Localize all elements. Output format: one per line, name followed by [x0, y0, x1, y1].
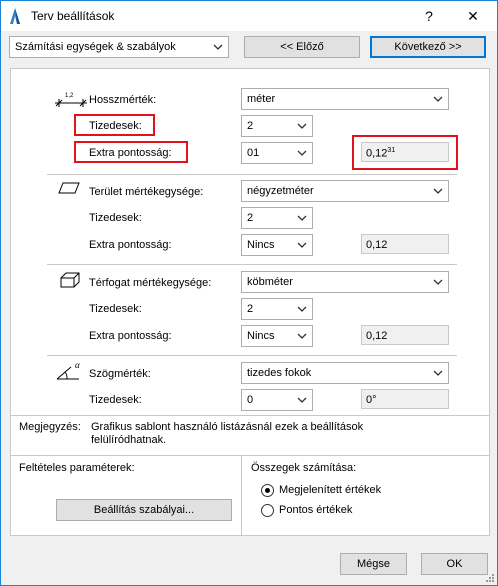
volume-label: Térfogat mértékegysége: [89, 277, 212, 289]
length-preview-value: 0,12 [366, 147, 388, 160]
length-decimals-value: 2 [247, 120, 254, 132]
help-button[interactable]: ? [409, 1, 449, 31]
chevron-down-icon [433, 188, 443, 194]
angle-unit-select[interactable]: tizedes fokok [241, 362, 449, 384]
close-button[interactable]: ✕ [453, 1, 493, 31]
length-decimals-select[interactable]: 2 [241, 115, 313, 137]
area-icon [58, 182, 80, 194]
area-unit-select[interactable]: négyzetméter [241, 180, 449, 202]
volume-decimals-label: Tizedesek: [89, 303, 142, 315]
angle-decimals-label: Tizedesek: [89, 394, 142, 406]
length-preview: 0,1231 [361, 142, 449, 162]
rule-settings-button[interactable]: Beállítás szabályai... [56, 499, 232, 521]
note-label: Megjegyzés: [19, 421, 81, 433]
window-title: Terv beállítások [31, 9, 115, 23]
length-extra-label: Extra pontosság: [89, 147, 172, 159]
volume-unit-value: köbméter [247, 276, 293, 288]
totals-label: Összegek számítása: [251, 462, 357, 474]
volume-extra-value: Nincs [247, 330, 275, 342]
volume-extra-select[interactable]: Nincs [241, 325, 313, 347]
area-decimals-select[interactable]: 2 [241, 207, 313, 229]
volume-extra-label: Extra pontosság: [89, 330, 172, 342]
length-preview-sup: 31 [387, 147, 396, 154]
length-extra-value: 01 [247, 147, 260, 159]
ok-button[interactable]: OK [421, 553, 488, 575]
chevron-down-icon [297, 215, 307, 221]
length-icon-caption: 1,2 [65, 93, 74, 99]
angle-decimals-value: 0 [247, 394, 254, 406]
angle-preview: 0° [361, 389, 449, 409]
area-preview-value: 0,12 [366, 239, 388, 251]
category-select[interactable]: Számítási egységek & szabályok [9, 36, 229, 58]
length-unit-select[interactable]: méter [241, 88, 449, 110]
chevron-down-icon [433, 370, 443, 376]
divider [47, 355, 457, 356]
radio-label: Megjelenített értékek [279, 484, 382, 496]
conditional-label: Feltételes paraméterek: [19, 462, 135, 474]
angle-icon: α [56, 360, 80, 380]
radio-label: Pontos értékek [279, 504, 353, 516]
angle-preview-value: 0° [366, 394, 377, 406]
volume-decimals-value: 2 [247, 303, 254, 315]
length-unit-value: méter [247, 93, 276, 105]
chevron-down-icon [433, 96, 443, 102]
area-extra-value: Nincs [247, 239, 275, 251]
note-text-line2: felülíródhatnak. [91, 434, 167, 446]
settings-panel: 1,2 Hosszmérték: méter Tizedesek: 2 Extr… [10, 68, 490, 536]
area-extra-select[interactable]: Nincs [241, 234, 313, 256]
volume-icon [60, 272, 80, 288]
chevron-down-icon [297, 123, 307, 129]
divider [47, 174, 457, 175]
length-extra-select[interactable]: 01 [241, 142, 313, 164]
chevron-down-icon [297, 150, 307, 156]
chevron-down-icon [433, 279, 443, 285]
previous-button[interactable]: << Előző [244, 36, 360, 58]
vertical-divider [241, 456, 242, 536]
note-text-line1: Grafikus sablont használó listázásnál ez… [91, 421, 364, 433]
area-label: Terület mértékegysége: [89, 186, 204, 198]
length-label: Hosszmérték: [89, 94, 157, 106]
divider [11, 415, 489, 416]
area-decimals-label: Tizedesek: [89, 212, 142, 224]
radio-displayed-values[interactable]: Megjelenített értékek [261, 483, 461, 499]
chevron-down-icon [297, 242, 307, 248]
radio-button[interactable] [261, 504, 274, 517]
category-select-value: Számítási egységek & szabályok [15, 41, 176, 53]
divider [47, 264, 457, 265]
area-preview: 0,12 [361, 234, 449, 254]
resize-grip-icon[interactable] [485, 573, 495, 583]
angle-label: Szögmérték: [89, 368, 151, 380]
area-extra-label: Extra pontosság: [89, 239, 172, 251]
chevron-down-icon [213, 44, 223, 50]
app-icon [10, 8, 20, 24]
cancel-button[interactable]: Mégse [340, 553, 407, 575]
area-unit-value: négyzetméter [247, 185, 314, 197]
chevron-down-icon [297, 306, 307, 312]
volume-unit-select[interactable]: köbméter [241, 271, 449, 293]
length-decimals-label: Tizedesek: [89, 120, 142, 132]
angle-icon-caption: α [75, 360, 80, 370]
angle-decimals-select[interactable]: 0 [241, 389, 313, 411]
radio-exact-values[interactable]: Pontos értékek [261, 503, 461, 519]
volume-preview: 0,12 [361, 325, 449, 345]
volume-preview-value: 0,12 [366, 330, 388, 342]
next-button[interactable]: Következő >> [370, 36, 486, 58]
volume-decimals-select[interactable]: 2 [241, 298, 313, 320]
title-bar: Terv beállítások ? ✕ [1, 1, 497, 31]
chevron-down-icon [297, 333, 307, 339]
radio-button[interactable] [261, 484, 274, 497]
angle-unit-value: tizedes fokok [247, 367, 312, 379]
divider [11, 455, 489, 456]
length-icon: 1,2 [55, 93, 87, 107]
dialog-window: Terv beállítások ? ✕ Számítási egységek … [0, 0, 498, 586]
chevron-down-icon [297, 397, 307, 403]
area-decimals-value: 2 [247, 212, 254, 224]
